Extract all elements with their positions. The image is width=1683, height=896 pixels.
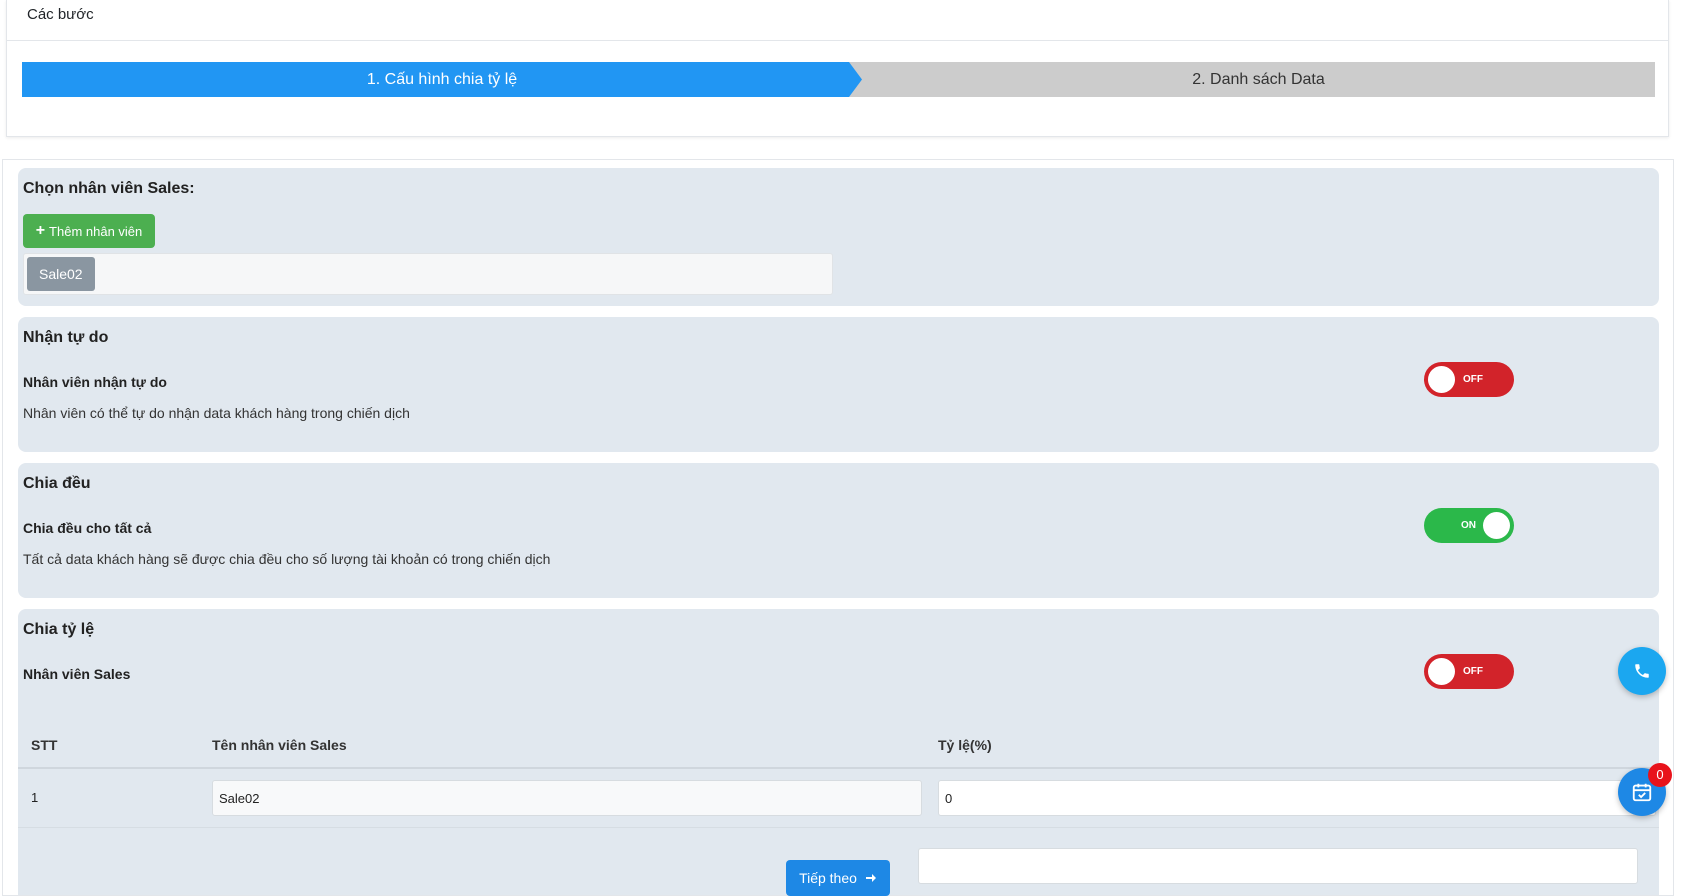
panel-title: Nhận tự do	[23, 329, 109, 346]
free-receive-label: Nhân viên nhận tự do	[23, 374, 167, 390]
steps-card: Các bước 2. Danh sách Data 1. Cấu hình c…	[6, 0, 1669, 137]
steps-progress: 2. Danh sách Data 1. Cấu hình chia tỷ lệ	[22, 62, 1655, 97]
toggle-knob	[1483, 512, 1510, 539]
sales-name-input	[212, 780, 922, 816]
calendar-check-icon	[1632, 783, 1652, 802]
selected-sales-field[interactable]: Sale02	[23, 253, 833, 295]
column-header-name: Tên nhân viên Sales	[212, 737, 347, 753]
toggle-label: OFF	[1463, 666, 1483, 677]
ratio-input-next-row[interactable]	[918, 848, 1638, 884]
step-ratio-config[interactable]: 1. Cấu hình chia tỷ lệ	[22, 62, 862, 97]
ratio-split-label: Nhân viên Sales	[23, 666, 131, 682]
calendar-count-badge: 0	[1648, 763, 1672, 787]
toggle-knob	[1428, 658, 1455, 685]
steps-header: Các bước	[7, 0, 1668, 41]
add-employee-button[interactable]: + Thêm nhân viên	[23, 214, 155, 248]
plus-icon: +	[35, 222, 46, 239]
column-header-ratio: Tỷ lệ(%)	[938, 737, 992, 753]
phone-icon	[1635, 664, 1649, 678]
ratio-table-header: STT Tên nhân viên Sales Tỷ lệ(%)	[18, 727, 1659, 769]
toggle-knob	[1428, 366, 1455, 393]
toggle-label: ON	[1461, 520, 1476, 531]
equal-split-label: Chia đều cho tất cả	[23, 520, 152, 536]
step-label: 1. Cấu hình chia tỷ lệ	[366, 71, 518, 88]
panel-title: Chọn nhân viên Sales:	[23, 180, 195, 197]
main-card: Chọn nhân viên Sales: + Thêm nhân viên S…	[2, 159, 1674, 896]
equal-split-panel: Chia đều Chia đều cho tất cả Tất cả data…	[18, 463, 1659, 598]
table-row: 1	[18, 769, 1659, 828]
free-receive-toggle[interactable]: OFF	[1424, 362, 1514, 397]
panel-title: Chia tỷ lệ	[23, 621, 95, 638]
free-receive-panel: Nhận tự do Nhân viên nhận tự do Nhân viê…	[18, 317, 1659, 452]
equal-split-toggle[interactable]: ON	[1424, 508, 1514, 543]
add-employee-label: Thêm nhân viên	[49, 223, 143, 239]
equal-split-description: Tất cả data khách hàng sẽ được chia đều …	[23, 551, 551, 567]
row-stt: 1	[31, 790, 39, 805]
panel-title: Chia đều	[23, 475, 91, 492]
next-button[interactable]: Tiếp theo	[786, 860, 890, 896]
sales-tag[interactable]: Sale02	[27, 257, 95, 291]
phone-call-button[interactable]	[1618, 647, 1666, 695]
free-receive-description: Nhân viên có thể tự do nhận data khách h…	[23, 405, 410, 421]
step-label: 2. Danh sách Data	[1192, 71, 1325, 88]
ratio-input[interactable]	[938, 780, 1656, 816]
arrow-right-icon	[865, 874, 876, 882]
ratio-split-toggle[interactable]: OFF	[1424, 654, 1514, 689]
sales-select-panel: Chọn nhân viên Sales: + Thêm nhân viên S…	[18, 168, 1659, 306]
toggle-label: OFF	[1463, 374, 1483, 385]
next-label: Tiếp theo	[799, 870, 857, 886]
column-header-stt: STT	[31, 737, 58, 753]
